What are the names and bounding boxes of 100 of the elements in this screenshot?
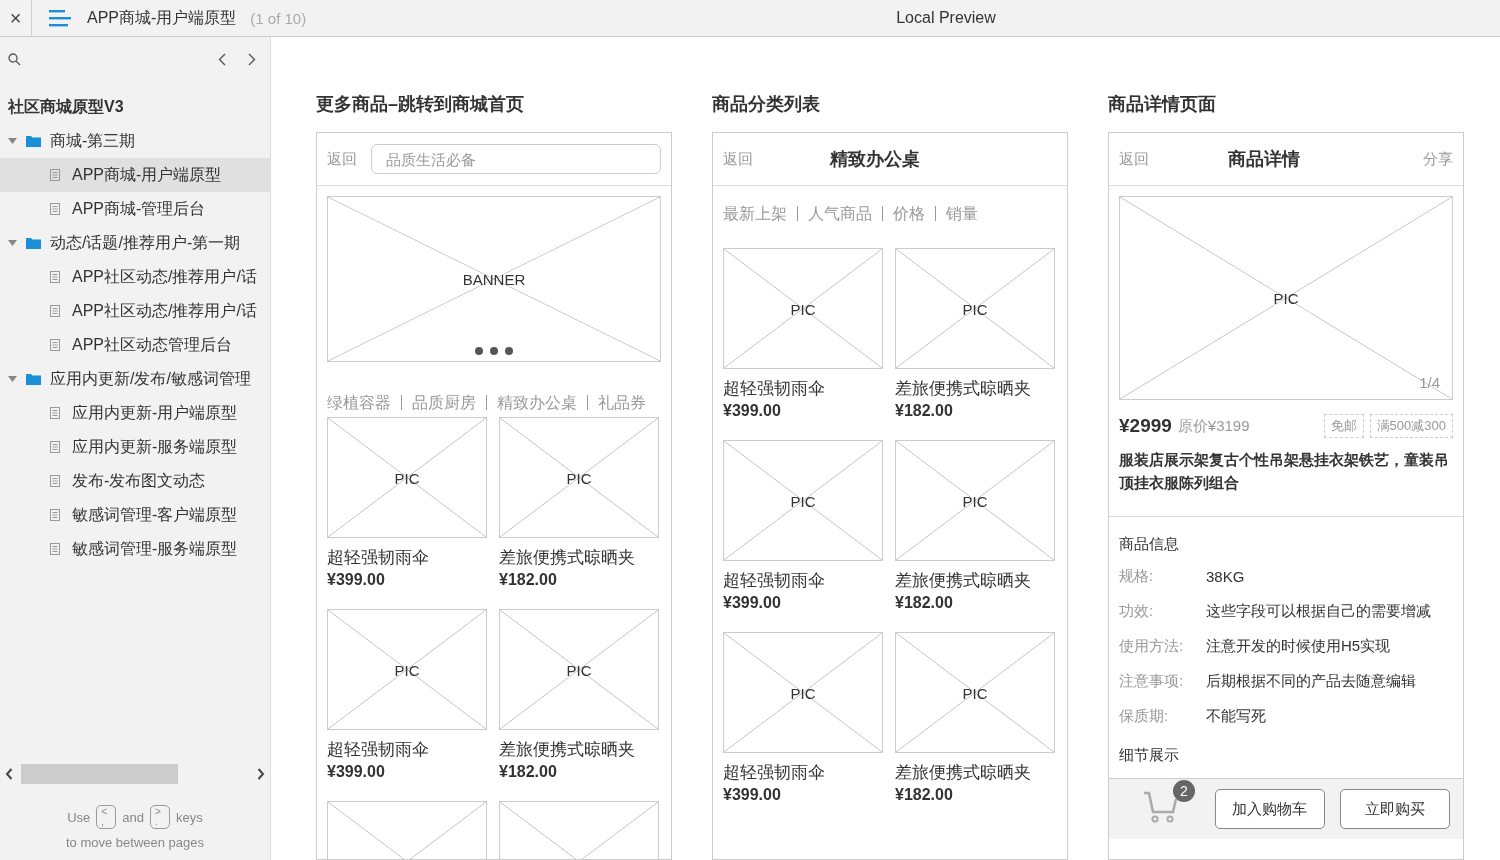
action-button[interactable]: 加入购物车 [1214,789,1325,829]
product-price: ¥399.00 [723,402,782,420]
placeholder-label: PIC [394,661,420,678]
cart-count-badge: 2 [1173,780,1195,802]
tree-page[interactable]: 敏感词管理-客户端原型 [0,498,270,532]
product-name: 差旅便携式晾晒夹 [895,378,1032,400]
tree-page[interactable]: APP商城-管理后台 [0,192,270,226]
spec-value: 这些字段可以根据自己的需要增减 [1206,602,1431,621]
spec-value: 后期根据不同的产品去随意编辑 [1206,672,1416,691]
cart-icon[interactable] [1143,790,1179,824]
folder-icon [26,373,41,385]
search-icon[interactable] [8,53,21,66]
product-price: ¥399.00 [327,763,386,781]
product-price: ¥182.00 [895,594,954,612]
product-title: 服装店展示架复古个性吊架悬挂衣架铁艺，童装吊顶挂衣服陈列组合 [1109,448,1463,517]
product-price: ¥182.00 [499,763,558,781]
tree-page[interactable]: 发布-发布图文动态 [0,464,270,498]
placeholder-label: PIC [1273,289,1299,307]
page-icon [50,271,60,283]
chevron-left-icon[interactable] [218,53,226,66]
page-count: (1 of 10) [250,9,307,27]
search-field[interactable]: 品质生活必备 [371,144,661,174]
page-icon [50,441,60,453]
spec-label: 使用方法: [1119,637,1185,656]
tree-folder[interactable]: 商城-第三期 [0,124,270,158]
chevron-right-icon[interactable] [248,53,256,66]
placeholder-label: PIC [790,492,816,509]
tree-folder[interactable]: 应用内更新/发布/敏感词管理 [0,362,270,396]
page-icon [50,475,60,487]
folder-icon [26,237,41,249]
caret-icon [8,138,17,144]
product-name: 超轻强韧雨伞 [327,739,430,761]
spec-label: 功效: [1119,602,1155,621]
spec-value: 38KG [1206,568,1245,585]
screen-title: 更多商品–跳转到商城首页 [316,93,525,116]
product-price: ¥182.00 [499,571,558,589]
product-name: 差旅便携式晾晒夹 [895,570,1032,592]
page-icon [50,543,60,555]
product-price: ¥399.00 [723,786,782,804]
placeholder-label: PIC [566,661,592,678]
image-index: 1/4 [1419,374,1440,391]
product-price: ¥399.00 [723,594,782,612]
screen-header-title: 精致办公桌 [828,148,921,171]
tree-page[interactable]: APP社区动态/推荐用户/话 [0,260,270,294]
product-price: ¥399.00 [327,571,386,589]
tree-page[interactable]: 应用内更新-服务端原型 [0,430,270,464]
product-name: 差旅便携式晾晒夹 [499,547,636,569]
action-button[interactable]: 立即购买 [1339,789,1450,829]
hint-text: and [122,809,145,825]
page-icon [50,169,60,181]
screen-header-title: 商品详情 [1227,148,1301,171]
page-title: APP商城-用户端原型 [87,7,237,28]
tree-page[interactable]: APP社区动态/推荐用户/话 [0,294,270,328]
placeholder-label: PIC [566,469,592,486]
tree-page[interactable]: 敏感词管理-服务端原型 [0,532,270,566]
spec-value: 注意开发的时候使用H5实现 [1206,637,1391,656]
tree-page[interactable]: APP社区动态管理后台 [0,328,270,362]
scroll-left-icon[interactable] [5,768,13,780]
key-cap: < , [96,805,117,829]
screen-title: 商品详情页面 [1108,93,1217,116]
price: ¥2999 [1119,415,1172,437]
promo-tag: 免邮 [1323,414,1364,438]
close-button[interactable]: × [0,0,32,37]
product-name: 差旅便携式晾晒夹 [895,762,1032,784]
spec-label: 注意事项: [1119,672,1185,691]
project-title: 社区商城原型V3 [7,97,125,117]
tree-page[interactable]: 应用内更新-用户端原型 [0,396,270,430]
scroll-right-icon[interactable] [257,768,265,780]
tree-page[interactable]: APP商城-用户端原型 [0,158,270,192]
section-title: 细节展示 [1119,745,1180,765]
page-icon [50,305,60,317]
placeholder-label: PIC [962,492,988,509]
placeholder-label: PIC [962,300,988,317]
hint-text: keys [176,809,203,825]
hint-text: Use [67,809,91,825]
menu-icon[interactable] [49,9,71,27]
placeholder-label: BANNER [462,270,526,288]
screen-title: 商品分类列表 [712,93,821,116]
preview-label: Local Preview [896,9,996,27]
spec-label: 保质期: [1119,707,1170,726]
tree-folder[interactable]: 动态/话题/推荐用户-第一期 [0,226,270,260]
page-icon [50,407,60,419]
hint-text: to move between pages [64,835,205,850]
placeholder-label: PIC [790,684,816,701]
folder-icon [26,135,41,147]
page-icon [50,339,60,351]
placeholder-label: PIC [394,469,420,486]
caret-icon [8,376,17,382]
scrollbar-thumb[interactable] [21,764,178,784]
promo-tag: 满500减300 [1369,414,1453,438]
original-price: 原价¥3199 [1177,416,1250,436]
product-name: 超轻强韧雨伞 [723,378,826,400]
product-name: 超轻强韧雨伞 [327,547,430,569]
product-name: 超轻强韧雨伞 [723,570,826,592]
caret-icon [8,240,17,246]
section-title: 商品信息 [1119,534,1180,554]
product-price: ¥182.00 [895,786,954,804]
spec-label: 规格: [1119,567,1155,586]
key-cap: > . [150,805,171,829]
page-icon [50,203,60,215]
